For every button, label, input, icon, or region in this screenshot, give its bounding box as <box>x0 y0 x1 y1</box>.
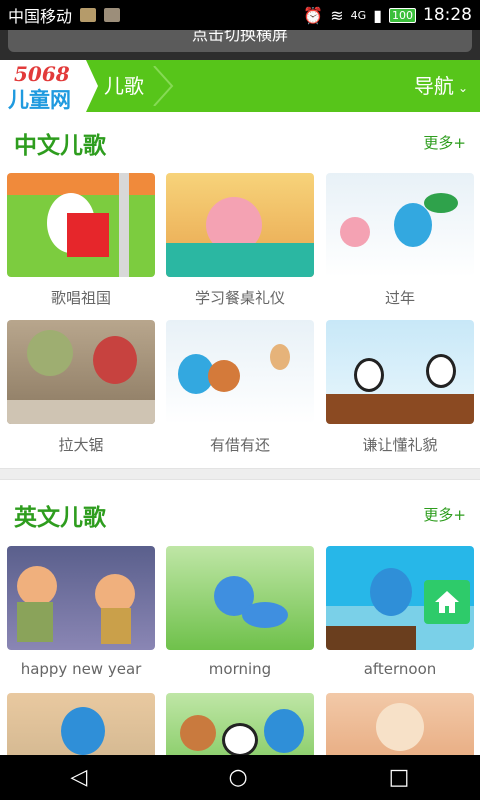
song-title: 过年 <box>384 289 415 307</box>
logo-text: 儿童网 <box>8 88 71 112</box>
song-thumbnail <box>326 173 474 277</box>
song-title: 谦让懂礼貌 <box>362 436 438 454</box>
back-icon[interactable]: ◁ <box>71 765 88 790</box>
section-divider <box>0 468 480 480</box>
song-title: happy new year <box>20 660 142 678</box>
landscape-toggle-button[interactable]: 点击切换横屏 <box>8 30 472 52</box>
status-bar: 中国移动 ⏰ ≋ 4G ▮ 100 18:28 <box>0 0 480 30</box>
song-thumbnail <box>326 320 474 424</box>
song-card[interactable]: 谦让懂礼貌 <box>326 320 474 455</box>
network-label: 4G <box>350 8 367 22</box>
chevron-down-icon: ⌄ <box>457 81 468 95</box>
song-thumbnail <box>7 173 155 277</box>
song-thumbnail <box>166 173 314 277</box>
section-title: 英文儿歌 <box>14 505 106 531</box>
home-icon <box>435 591 459 613</box>
song-thumbnail <box>7 320 155 424</box>
logo-number: 5068 <box>14 62 70 86</box>
nav-menu-button[interactable]: 导航 ⌄ <box>414 60 468 112</box>
song-card[interactable]: morning <box>166 546 314 678</box>
system-nav-bar: ◁ ○ □ <box>0 755 480 800</box>
song-card[interactable]: 过年 <box>326 173 474 308</box>
song-title: afternoon <box>363 660 437 678</box>
song-title: 拉大锯 <box>58 436 104 454</box>
song-card[interactable]: 学习餐桌礼仪 <box>166 173 314 308</box>
section-chinese-songs-header: 中文儿歌 更多+ <box>0 112 480 170</box>
song-card[interactable]: 歌唱祖国 <box>7 173 155 308</box>
signal-icon: ▮ <box>373 5 382 25</box>
nav-menu-label: 导航 <box>413 74 454 98</box>
clock: 18:28 <box>423 5 472 25</box>
logo-arrow-shape <box>86 60 98 112</box>
section-english-songs-header: 英文儿歌 更多+ <box>0 484 480 542</box>
song-thumbnail <box>7 546 155 650</box>
notification-app-icon <box>80 8 97 22</box>
breadcrumb-separator-icon <box>153 66 174 106</box>
more-link[interactable]: 更多+ <box>423 132 466 153</box>
song-card[interactable]: 有借有还 <box>166 320 314 455</box>
alarm-icon: ⏰ <box>303 5 324 25</box>
landscape-toggle-bar[interactable]: 点击切换横屏 <box>0 30 480 60</box>
recents-icon[interactable]: □ <box>389 765 410 790</box>
wifi-icon: ≋ <box>330 5 344 25</box>
breadcrumb[interactable]: 儿歌 <box>104 60 144 112</box>
home-button[interactable] <box>424 580 470 624</box>
song-card[interactable]: happy new year <box>7 546 155 678</box>
circle-home-icon[interactable]: ○ <box>228 765 247 790</box>
battery-icon: 100 <box>389 7 416 23</box>
song-card[interactable]: 拉大锯 <box>7 320 155 455</box>
section-title: 中文儿歌 <box>14 133 106 159</box>
site-logo[interactable]: 5068 儿童网 <box>0 60 86 112</box>
song-title: 歌唱祖国 <box>50 289 111 307</box>
song-title: 学习餐桌礼仪 <box>194 289 285 307</box>
song-title: 有借有还 <box>209 436 270 454</box>
song-title: morning <box>208 660 272 678</box>
carrier-label: 中国移动 <box>8 7 73 26</box>
more-link[interactable]: 更多+ <box>423 504 466 525</box>
notification-image-icon <box>104 8 121 22</box>
app-header: 5068 儿童网 儿歌 导航 ⌄ <box>0 60 480 112</box>
song-thumbnail <box>166 546 314 650</box>
song-thumbnail <box>166 320 314 424</box>
